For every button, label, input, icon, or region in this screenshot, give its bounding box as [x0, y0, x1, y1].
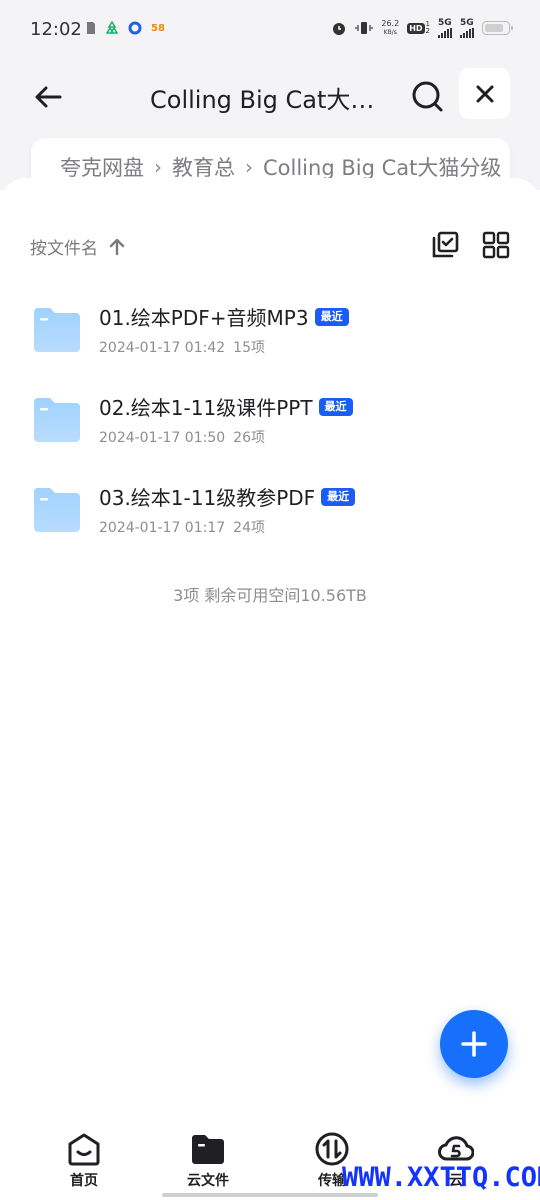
storage-summary: 3项 剩余可用空间10.56TB [173, 586, 367, 605]
status-bar: 12:02 58 26.2 KB/s HD 1 2 5G 5G [0, 0, 540, 60]
file-date: 2024-01-17 01:17 [99, 520, 226, 536]
file-meta: 2024-01-17 01:50 26项 [99, 427, 265, 447]
arrow-up-icon [109, 238, 125, 255]
alarm-icon [333, 23, 346, 35]
folder-icon [34, 308, 80, 352]
sort-label: 按文件名 [30, 239, 98, 259]
file-name: 02.绘本1-11级课件PPT [99, 396, 313, 420]
file-date: 2024-01-17 01:42 [99, 340, 226, 356]
status-notification-icons: 58 [86, 21, 165, 35]
chevron-right-icon: › [245, 155, 253, 179]
file-date: 2024-01-17 01:50 [99, 430, 226, 446]
home-indicator[interactable] [162, 1193, 378, 1197]
search-icon[interactable] [406, 76, 448, 118]
sort-control[interactable]: 按文件名 [30, 234, 126, 259]
nav-cloud-files[interactable]: 云文件 [163, 1132, 253, 1190]
close-button[interactable] [459, 68, 510, 119]
back-arrow-icon[interactable] [28, 77, 68, 117]
status-time: 12:02 [30, 19, 82, 40]
multi-select-icon[interactable] [430, 230, 460, 260]
list-item[interactable]: 03.绘本1-11级教参PDF 最近 2024-01-17 01:17 24项 [0, 474, 540, 554]
hd-icon: HD 1 2 [407, 20, 430, 35]
file-name: 03.绘本1-11级教参PDF [99, 486, 316, 510]
app-58-icon: 58 [151, 22, 165, 34]
folder-icon [192, 1135, 224, 1164]
recent-badge: 最近 [318, 397, 353, 416]
file-count: 15项 [233, 340, 265, 356]
blue-ring-app-icon [128, 21, 142, 35]
cloud-s-icon [438, 1136, 474, 1161]
sim-card-icon [87, 22, 95, 34]
file-count: 24项 [233, 520, 265, 536]
file-meta: 2024-01-17 01:17 24项 [99, 517, 265, 537]
recent-badge: 最近 [314, 307, 349, 326]
nav-home-label: 首页 [70, 1173, 98, 1189]
list-item[interactable]: 01.绘本PDF+音频MP3 最近 2024-01-17 01:42 15项 [0, 294, 540, 374]
chevron-right-icon: › [154, 155, 162, 179]
add-button[interactable] [440, 1010, 508, 1078]
transfer-icon [315, 1132, 349, 1166]
vibrate-icon [355, 22, 373, 34]
recent-badge: 最近 [321, 487, 356, 506]
folder-icon [34, 488, 80, 532]
nav-cloud-files-label: 云文件 [187, 1173, 229, 1189]
home-icon [68, 1133, 100, 1166]
page-title: Colling Big Cat大猫… [150, 86, 390, 114]
grid-view-icon[interactable] [482, 231, 510, 259]
list-item[interactable]: 02.绘本1-11级课件PPT 最近 2024-01-17 01:50 26项 [0, 384, 540, 464]
status-right-icons: 26.2 KB/s HD 1 2 5G 5G [331, 18, 513, 38]
file-meta: 2024-01-17 01:42 15项 [99, 337, 265, 357]
signal-2-icon: 5G [460, 18, 474, 38]
close-icon [476, 85, 493, 102]
header-bar: Colling Big Cat大猫… 夸克网盘 › 教育总 › Colling … [0, 60, 540, 196]
signal-1-icon: 5G [438, 18, 452, 38]
watermark-text: WWW.XXTTQ.COM [342, 1162, 540, 1193]
file-count: 26项 [233, 430, 265, 446]
network-speed: 26.2 KB/s [381, 19, 400, 36]
file-name: 01.绘本PDF+音频MP3 [99, 306, 309, 330]
nav-home[interactable]: 首页 [39, 1132, 129, 1190]
plus-icon [461, 1031, 487, 1057]
battery-icon [482, 21, 513, 35]
folder-icon [34, 398, 80, 442]
recycle-app-icon [105, 21, 119, 34]
